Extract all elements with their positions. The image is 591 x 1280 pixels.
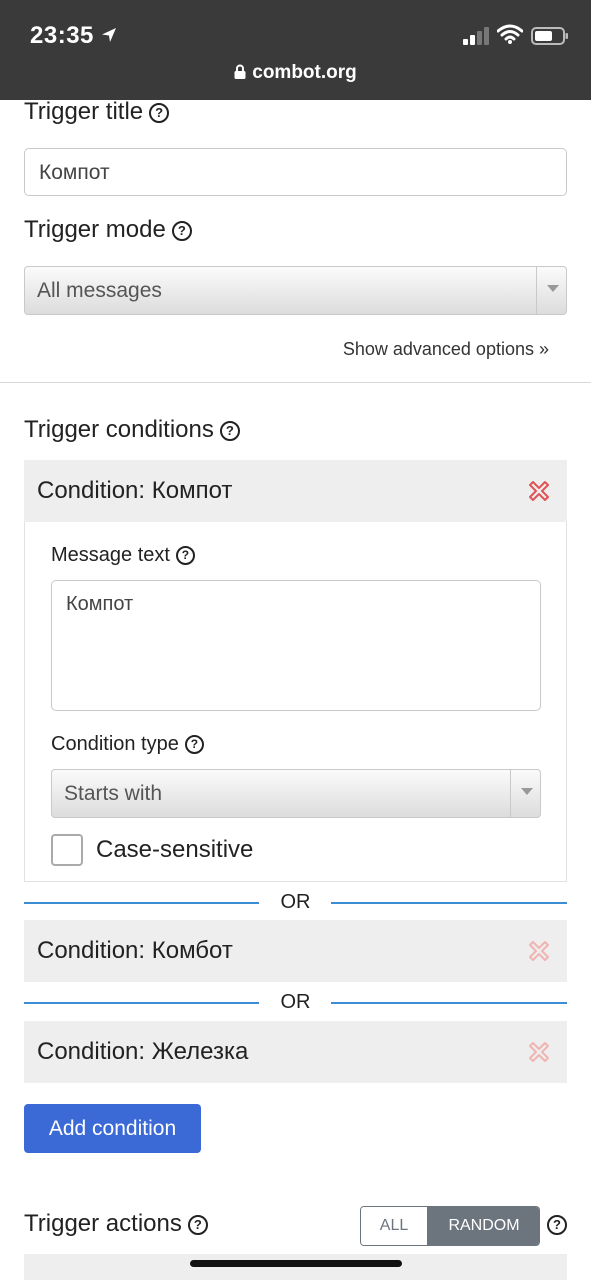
condition-title: Condition: Комбот <box>37 937 233 964</box>
trigger-mode-label: Trigger mode? <box>24 216 192 244</box>
wifi-icon <box>497 24 523 44</box>
trigger-conditions-label-text: Trigger conditions <box>24 416 214 443</box>
chevron-down-icon <box>536 267 566 314</box>
trigger-title-value: Компот <box>39 161 110 184</box>
help-icon[interactable]: ? <box>219 421 240 441</box>
help-icon[interactable]: ? <box>187 1215 208 1235</box>
message-text-label-text: Message text <box>51 544 170 566</box>
mode-all-button[interactable]: ALL <box>361 1207 427 1245</box>
condition-header[interactable]: Condition: Комбот <box>24 920 567 982</box>
trigger-actions-mode-toggle: ALL RANDOM <box>360 1206 540 1246</box>
home-indicator <box>190 1260 402 1267</box>
delete-condition-icon[interactable] <box>527 939 551 963</box>
case-sensitive-label[interactable]: Case-sensitive <box>96 836 253 864</box>
or-separator: OR <box>24 991 567 1015</box>
status-time: 23:35 <box>30 22 94 49</box>
location-arrow-icon <box>102 28 116 42</box>
status-bar: 23:35 combot.org <box>0 0 591 100</box>
url-text: combot.org <box>252 62 357 83</box>
mode-random-button[interactable]: RANDOM <box>427 1207 539 1245</box>
chevron-down-icon <box>510 770 540 817</box>
trigger-conditions-label: Trigger conditions? <box>24 416 240 444</box>
trigger-mode-label-text: Trigger mode <box>24 216 166 243</box>
help-icon[interactable]: ? <box>547 1215 567 1235</box>
help-icon[interactable]: ? <box>184 735 204 754</box>
condition-title: Condition: Компот <box>37 477 233 504</box>
signal-icon <box>463 27 489 45</box>
trigger-actions-label: Trigger actions? <box>24 1210 208 1238</box>
help-icon[interactable]: ? <box>171 221 192 241</box>
lock-icon <box>234 64 246 79</box>
message-text-textarea[interactable]: Компот <box>51 580 541 711</box>
trigger-title-label: Trigger title? <box>24 98 170 126</box>
trigger-actions-label-text: Trigger actions <box>24 1210 182 1237</box>
address-bar[interactable]: combot.org <box>0 62 591 84</box>
condition-header[interactable]: Condition: Железка <box>24 1021 567 1083</box>
or-line-right <box>331 902 567 904</box>
trigger-mode-selected: All messages <box>37 279 162 302</box>
case-sensitive-checkbox[interactable] <box>51 834 83 866</box>
trigger-title-input[interactable]: Компот <box>24 148 567 196</box>
delete-condition-icon[interactable] <box>527 479 551 503</box>
condition-type-selected: Starts with <box>64 782 163 805</box>
condition-header[interactable]: Condition: Компот <box>24 460 567 522</box>
condition-title: Condition: Железка <box>37 1038 249 1065</box>
section-divider <box>0 382 591 383</box>
battery-icon <box>531 27 568 45</box>
condition-type-select[interactable]: Starts with <box>51 769 541 818</box>
help-icon[interactable]: ? <box>175 546 195 565</box>
action-item-partial <box>24 1254 567 1280</box>
message-text-value: Компот <box>66 593 134 615</box>
or-line-right <box>331 1002 567 1004</box>
delete-condition-icon[interactable] <box>527 1040 551 1064</box>
condition-body: Message text? Компот Condition type? Sta… <box>24 522 567 882</box>
condition-type-label: Condition type? <box>51 733 204 756</box>
show-advanced-options-link[interactable]: Show advanced options » <box>343 339 549 360</box>
message-text-label: Message text? <box>51 544 195 567</box>
trigger-title-label-text: Trigger title <box>24 98 144 125</box>
trigger-mode-select[interactable]: All messages <box>24 266 567 315</box>
or-separator: OR <box>24 891 567 915</box>
help-icon[interactable]: ? <box>149 103 170 123</box>
add-condition-button[interactable]: Add condition <box>24 1104 201 1153</box>
condition-type-label-text: Condition type <box>51 733 179 755</box>
